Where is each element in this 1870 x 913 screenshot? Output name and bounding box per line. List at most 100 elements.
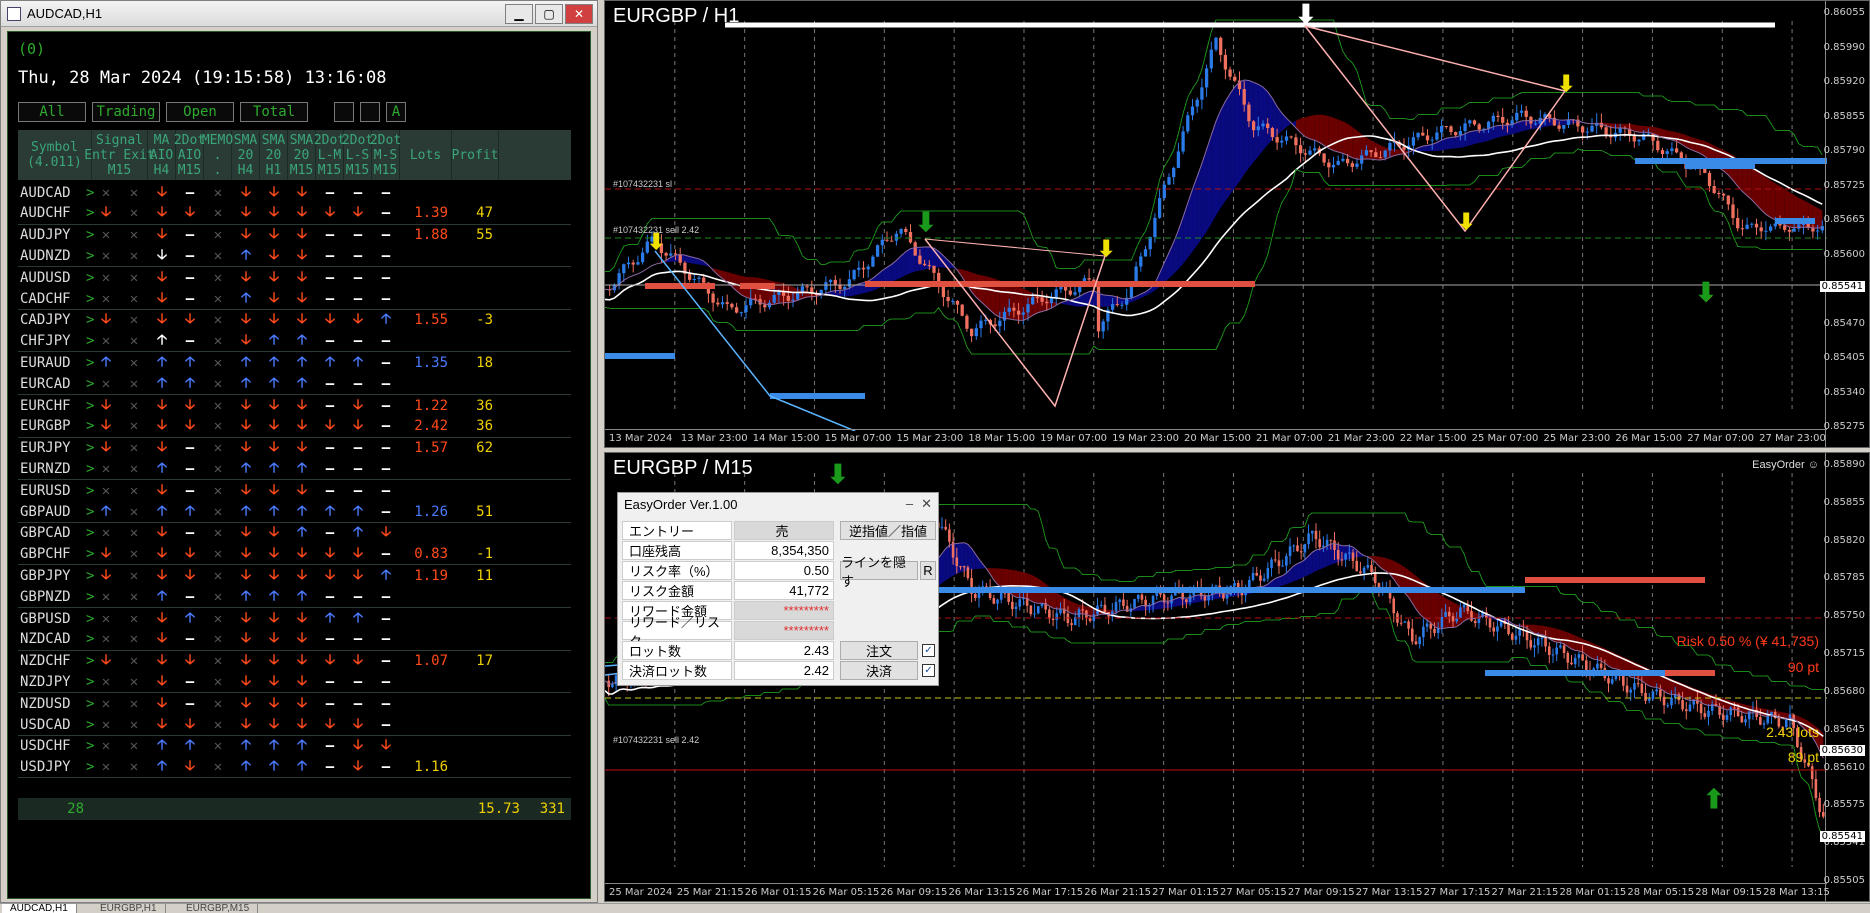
risk-rate-input[interactable]: 0.50 — [734, 561, 834, 580]
filter-all-button[interactable]: All — [18, 102, 86, 122]
cloud-segment — [924, 246, 930, 270]
settle-button[interactable]: 決済 — [840, 661, 918, 680]
symbol-cell[interactable]: GBPJPY — [18, 565, 92, 586]
table-row[interactable]: GBPJPY > 🡣 ✕ 🡣 🡣 ✕ 🡣 🡣 🡣 🡣 🡣 🡡 1.19 11 — [18, 565, 571, 586]
table-row[interactable]: USDCHF > ✕ ✕ 🡡 🡡 ✕ 🡡 🡡 🡡 – 🡣 🡣 — [18, 736, 571, 757]
symbol-cell[interactable]: GBPUSD — [18, 608, 92, 629]
symbol-cell[interactable]: AUDCAD — [18, 182, 92, 203]
filter-total-button[interactable]: Total — [240, 102, 308, 122]
symbol-cell[interactable]: GBPCAD — [18, 523, 92, 544]
filter-open-button[interactable]: Open — [166, 102, 234, 122]
symbol-cell[interactable]: CADCHF — [18, 288, 92, 308]
table-row[interactable]: GBPCHF > 🡣 ✕ 🡣 🡣 ✕ 🡣 🡣 🡣 🡣 🡣 –0.83 -1 — [18, 544, 571, 566]
table-row[interactable]: NZDUSD > ✕ ✕ 🡣 – ✕ 🡣 🡣 🡣 – – – — [18, 693, 571, 714]
symbol-cell[interactable]: NZDUSD — [18, 693, 92, 714]
table-row[interactable]: EURJPY > 🡣 ✕ 🡣 – ✕ 🡣 🡣 🡣 – – –1.57 62 — [18, 438, 571, 459]
m15-time-axis[interactable]: 25 Mar 2024 25 Mar 21:15 26 Mar 01:15 26 Ma… — [605, 883, 1830, 901]
symbol-cell[interactable]: USDCAD — [18, 714, 92, 734]
symbol-cell[interactable]: EURNZD — [18, 459, 92, 479]
entry-sell-toggle[interactable]: 売 — [734, 521, 834, 540]
table-row[interactable]: EURGBP > 🡣 ✕ 🡣 🡣 ✕ 🡣 🡣 🡣 🡣 🡣 –2.42 36 — [18, 416, 571, 438]
table-row[interactable]: AUDCAD > ✕ ✕ 🡣 – ✕ 🡣 🡣 🡣 – – – — [18, 182, 571, 203]
dashboard-titlebar[interactable]: AUDCAD,H1 ▁ ▢ ✕ — [1, 1, 597, 27]
symbol-cell[interactable]: EURGBP — [18, 416, 92, 436]
candle-body — [611, 684, 614, 688]
lot-input[interactable]: 2.43 — [734, 641, 834, 660]
table-row[interactable]: EURAUD > 🡡 ✕ 🡡 🡡 ✕ 🡡 🡡 🡡 🡡 🡡 –1.35 18 — [18, 352, 571, 373]
table-row[interactable]: AUDJPY > ✕ ✕ 🡣 – ✕ 🡣 🡣 🡣 – – –1.88 55 — [18, 225, 571, 246]
symbol-cell[interactable]: USDCHF — [18, 736, 92, 757]
m15-price-axis[interactable]: 0.85890 0.85855 0.85820 0.85785 0.85750 0.857… — [1819, 453, 1869, 901]
h1-plot[interactable]: ⬇ ⬇⬇⬇⬇⬇⬇⬇ — [605, 1, 1827, 431]
order-checkbox[interactable]: ✓ — [922, 644, 935, 657]
table-row[interactable]: USDJPY > ✕ ✕ 🡡 🡣 ✕ 🡡 🡡 🡡 – 🡣 –1.16 — [18, 757, 571, 779]
cloud-segment — [1538, 625, 1542, 635]
h1-time-axis[interactable]: 13 Mar 2024 13 Mar 23:00 14 Mar 15:00 15 Ma… — [605, 429, 1827, 447]
filter-trading-button[interactable]: Trading — [92, 102, 160, 122]
table-row[interactable]: EURCHF > 🡣 ✕ 🡣 🡣 ✕ 🡣 🡣 🡣 – 🡣 –1.22 36 — [18, 395, 571, 416]
table-row[interactable]: GBPCAD > ✕ ✕ 🡣 – ✕ 🡣 🡣 🡡 – 🡡 🡣 — [18, 523, 571, 544]
tab-eurgbp-h1[interactable]: EURGBP,H1 — [92, 904, 166, 913]
filter-blank-button-2[interactable] — [360, 102, 380, 122]
table-row[interactable]: GBPUSD > ✕ ✕ 🡣 🡡 ✕ 🡣 🡣 🡣 🡡 🡡 – — [18, 608, 571, 629]
tab-audcad-h1[interactable]: AUDCAD,H1 — [2, 904, 77, 913]
symbol-cell[interactable]: GBPAUD — [18, 501, 92, 521]
maximize-button[interactable]: ▢ — [535, 3, 563, 24]
table-row[interactable]: CADCHF > ✕ ✕ 🡣 – ✕ 🡡 🡣 🡣 – – – — [18, 288, 571, 310]
r-button[interactable]: R — [920, 561, 936, 580]
table-row[interactable]: NZDJPY > ✕ ✕ 🡣 – ✕ 🡣 🡣 🡣 – – – — [18, 672, 571, 694]
filter-a-button[interactable]: A — [386, 102, 406, 122]
table-row[interactable]: AUDUSD > ✕ ✕ 🡣 – ✕ 🡣 🡣 🡣 – – – — [18, 267, 571, 288]
table-row[interactable]: CADJPY > 🡣 ✕ 🡣 🡣 ✕ 🡣 🡣 🡣 🡣 🡣 🡡 1.55 -3 — [18, 310, 571, 331]
symbol-cell[interactable]: NZDJPY — [18, 672, 92, 692]
symbol-cell[interactable]: EURUSD — [18, 480, 92, 501]
symbol-cell[interactable]: GBPCHF — [18, 544, 92, 564]
table-row[interactable]: USDCAD > ✕ ✕ 🡣 🡣 ✕ 🡣 🡣 🡣 🡣 🡣 – — [18, 714, 571, 736]
symbol-cell[interactable]: CADJPY — [18, 310, 92, 331]
table-row[interactable]: AUDCHF > 🡣 ✕ 🡣 🡣 ✕ 🡣 🡣 🡣 🡣 🡣 –1.39 47 — [18, 203, 571, 225]
easyorder-minimize-icon[interactable]: ‒ — [906, 496, 913, 512]
price-tick: 0.85575 — [1823, 799, 1865, 811]
price-tick: 0.85855 — [1823, 110, 1865, 122]
table-row[interactable]: EURUSD > ✕ ✕ 🡣 – ✕ 🡣 🡣 🡣 – – – — [18, 480, 571, 501]
chart-eurgbp-h1[interactable]: ⬇ ⬇ ⬇ ⬇ ⬇ ⬇ ⬇ ⬇ EURGBP / H1 #107432231 sl #1074… — [604, 0, 1870, 448]
symbol-cell[interactable]: EURCHF — [18, 395, 92, 416]
table-row[interactable]: NZDCHF > 🡣 ✕ 🡣 🡣 ✕ 🡣 🡣 🡣 🡣 🡣 –1.07 17 — [18, 651, 571, 672]
filter-blank-button-1[interactable] — [334, 102, 354, 122]
table-row[interactable]: NZDCAD > ✕ ✕ 🡣 – ✕ 🡣 🡣 🡣 – – – — [18, 629, 571, 651]
h1-price-axis[interactable]: 0.86055 0.85990 0.85920 0.85855 0.85790 0.857… — [1819, 1, 1869, 447]
settle-checkbox[interactable]: ✓ — [922, 664, 935, 677]
symbol-cell[interactable]: CHFJPY — [18, 331, 92, 351]
order-button[interactable]: 注文 — [840, 641, 918, 660]
hide-lines-button[interactable]: ラインを隠す — [840, 555, 918, 589]
symbol-cell[interactable]: AUDCHF — [18, 203, 92, 223]
close-lot-input[interactable]: 2.42 — [734, 661, 834, 680]
stop-limit-button[interactable]: 逆指値／指値 — [840, 521, 936, 540]
table-row[interactable]: GBPNZD > ✕ ✕ 🡡 – ✕ 🡡 🡡 🡡 – – – — [18, 587, 571, 608]
easyorder-titlebar[interactable]: EasyOrder Ver.1.00 ‒ ✕ — [618, 493, 938, 515]
symbol-cell[interactable]: USDJPY — [18, 757, 92, 777]
close-button[interactable]: ✕ — [565, 3, 593, 24]
table-row[interactable]: GBPAUD > 🡡 ✕ 🡡 🡡 ✕ 🡡 🡡 🡡 🡡 🡡 –1.26 51 — [18, 501, 571, 523]
table-row[interactable]: EURCAD > ✕ ✕ 🡡 🡡 ✕ 🡡 🡡 🡡 – – – — [18, 374, 571, 395]
symbol-cell[interactable]: NZDCHF — [18, 651, 92, 672]
arrow-down-icon: 🡣 — [352, 545, 364, 562]
symbol-cell[interactable]: AUDUSD — [18, 267, 92, 288]
current-price-tag: 0.85541 — [1819, 831, 1865, 842]
tab-eurgbp-m15[interactable]: EURGBP,M15 — [178, 904, 259, 913]
candle-body — [687, 273, 692, 280]
symbol-cell[interactable]: EURCAD — [18, 374, 92, 394]
symbol-cell[interactable]: AUDNZD — [18, 246, 92, 266]
cross-icon: ✕ — [213, 227, 223, 244]
symbol-cell[interactable]: EURJPY — [18, 438, 92, 459]
table-row[interactable]: CHFJPY > ✕ ✕ 🡡 – ✕ 🡣 🡡 🡡 – – – — [18, 331, 571, 353]
symbol-cell[interactable]: GBPNZD — [18, 587, 92, 607]
minimize-button[interactable]: ▁ — [505, 3, 533, 24]
cross-icon: ✕ — [129, 759, 139, 776]
symbol-cell[interactable]: AUDJPY — [18, 225, 92, 246]
table-row[interactable]: AUDNZD > ✕ ✕ 🡣 – ✕ 🡡 🡣 🡣 – – – — [18, 246, 571, 268]
easyorder-close-icon[interactable]: ✕ — [921, 496, 932, 512]
symbol-cell[interactable]: NZDCAD — [18, 629, 92, 649]
table-row[interactable]: EURNZD > ✕ ✕ 🡡 – ✕ 🡡 🡡 🡡 – – – — [18, 459, 571, 481]
symbol-cell[interactable]: EURAUD — [18, 352, 92, 373]
